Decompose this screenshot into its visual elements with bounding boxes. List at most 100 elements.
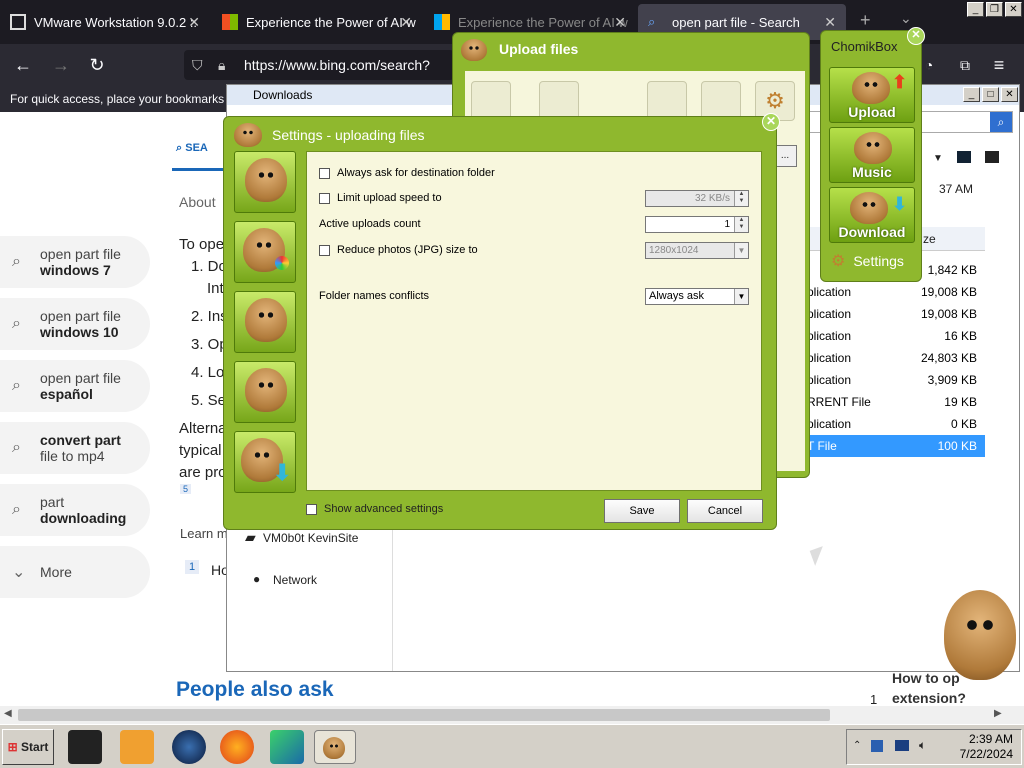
- settings-button[interactable]: ⚙ Settings: [831, 251, 904, 271]
- search-icon: ⌕: [12, 501, 21, 518]
- reduce-photos-checkbox[interactable]: [319, 244, 330, 256]
- preview-pane-icon[interactable]: [985, 151, 999, 163]
- nav-item-site[interactable]: ▰ VM0b0t KevinSite: [245, 529, 358, 545]
- suggestion-item[interactable]: ⌕ convert part file to mp4: [0, 422, 150, 474]
- close-icon[interactable]: ✕: [762, 113, 780, 131]
- suggestion-item[interactable]: ⌕ part downloading: [0, 484, 150, 536]
- hamster-general-icon: [245, 158, 287, 202]
- music-button[interactable]: Music: [829, 127, 915, 183]
- file-row[interactable]: plication 16 KB: [807, 325, 985, 347]
- show-advanced-checkbox[interactable]: [306, 503, 317, 515]
- category-downloading[interactable]: ⬇: [234, 431, 296, 493]
- category-general[interactable]: [234, 151, 296, 213]
- firefox-app-icon[interactable]: [220, 730, 254, 764]
- category-uploading[interactable]: [234, 291, 296, 353]
- suggestion-item[interactable]: ⌕ open part file windows 7: [0, 236, 150, 288]
- file-row[interactable]: plication 19,008 KB: [807, 303, 985, 325]
- limit-speed-option[interactable]: Limit upload speed to: [319, 192, 442, 204]
- minimize-button[interactable]: _: [963, 87, 980, 102]
- file-row[interactable]: plication 3,909 KB: [807, 369, 985, 391]
- spinner-icon[interactable]: ▲ ▼: [734, 191, 748, 206]
- hamster-icon[interactable]: [647, 81, 687, 121]
- url-bar[interactable]: ⛉ 🔒︎ https://www.bing.com/search?form: [184, 50, 454, 103]
- answer-step: 4. Lo: [191, 364, 225, 381]
- category-appearance[interactable]: [234, 221, 296, 283]
- file-row[interactable]: plication 0 KB: [807, 413, 985, 435]
- close-icon[interactable]: ✕: [614, 14, 626, 31]
- speed-limit-field[interactable]: 32 KB/s ▲ ▼: [645, 190, 749, 207]
- file-row-selected[interactable]: T File 100 KB: [807, 435, 985, 457]
- search-icon[interactable]: ⌕: [990, 112, 1012, 132]
- hamster-mascot-icon[interactable]: [944, 590, 1016, 680]
- back-icon[interactable]: ←: [12, 54, 34, 76]
- extensions-icon[interactable]: ⧉: [954, 54, 976, 76]
- close-window-button[interactable]: ✕: [1001, 87, 1018, 102]
- search-tab[interactable]: ⌕ SEA: [176, 142, 208, 155]
- network-globe-app-icon[interactable]: [172, 730, 206, 764]
- new-tab-icon[interactable]: +: [860, 10, 871, 31]
- always-ask-option[interactable]: Always ask for destination folder: [319, 167, 495, 179]
- chevron-down-icon[interactable]: ⌄: [900, 10, 912, 27]
- always-ask-checkbox[interactable]: [319, 167, 330, 179]
- tray-app-icon[interactable]: [871, 740, 883, 752]
- cancel-button[interactable]: Cancel: [687, 499, 763, 523]
- folder-conflicts-select[interactable]: Always ask ▼: [645, 288, 749, 305]
- terminal-app-icon[interactable]: [68, 730, 102, 764]
- view-icon[interactable]: [957, 151, 971, 163]
- show-advanced-option[interactable]: Show advanced settings: [306, 503, 443, 515]
- spinner-icon[interactable]: ▲ ▼: [734, 217, 748, 232]
- volume-icon[interactable]: 🔈︎: [919, 738, 926, 753]
- reload-icon[interactable]: ↻: [86, 54, 108, 76]
- tab-experience-ai-1[interactable]: Experience the Power of AI w ✕: [212, 4, 422, 40]
- reduce-photos-option[interactable]: Reduce photos (JPG) size to: [319, 244, 478, 256]
- add-file-icon[interactable]: [471, 81, 511, 121]
- settings-panel: Always ask for destination folder Limit …: [306, 151, 762, 491]
- nav-item-network[interactable]: ● Network: [253, 572, 317, 587]
- suggestion-item[interactable]: ⌕ open part file windows 10: [0, 298, 150, 350]
- scroll-left-icon[interactable]: ◀: [4, 708, 12, 719]
- learn-more-link[interactable]: Learn m: [180, 526, 228, 541]
- upload-button[interactable]: ⬆ Upload: [829, 67, 915, 123]
- minimize-button[interactable]: _: [967, 2, 984, 17]
- save-button[interactable]: Save: [604, 499, 680, 523]
- explorer-nav-pane: ▰ VM0b0t KevinSite ● Network: [227, 515, 393, 671]
- download-button[interactable]: ⬇ Download: [829, 187, 915, 243]
- microsoft-icon: [222, 14, 238, 30]
- hamster-logo-icon: [234, 123, 262, 147]
- close-icon[interactable]: ✕: [400, 14, 412, 31]
- add-folder-icon[interactable]: [539, 81, 579, 121]
- file-row[interactable]: plication 24,803 KB: [807, 347, 985, 369]
- citation-badge[interactable]: 5: [180, 484, 192, 494]
- hamster-icon: [323, 737, 345, 759]
- media-player-app-icon[interactable]: [120, 730, 154, 764]
- maximize-button[interactable]: □: [982, 87, 999, 102]
- search-icon: ⌕: [176, 142, 183, 154]
- suggestion-item[interactable]: ⌕ open part file español: [0, 360, 150, 412]
- restore-button[interactable]: ❐: [986, 2, 1003, 17]
- photo-size-select[interactable]: 1280x1024 ▼: [645, 242, 749, 259]
- limit-speed-checkbox[interactable]: [319, 192, 330, 204]
- close-icon[interactable]: ✕: [188, 14, 200, 31]
- start-button[interactable]: ⊞ Start: [2, 729, 54, 765]
- close-icon[interactable]: ✕: [907, 27, 925, 45]
- forward-icon[interactable]: →: [50, 54, 72, 76]
- scrollbar-thumb[interactable]: [18, 709, 830, 721]
- file-row[interactable]: plication 19,008 KB: [807, 281, 985, 303]
- file-row[interactable]: RRENT File 19 KB: [807, 391, 985, 413]
- clipboard-add-icon[interactable]: [701, 81, 741, 121]
- active-uploads-field[interactable]: 1 ▲ ▼: [645, 216, 749, 233]
- menu-icon[interactable]: ≡: [988, 54, 1010, 76]
- more-suggestions-button[interactable]: ⌄ More: [0, 546, 150, 598]
- scroll-right-icon[interactable]: ▶: [994, 708, 1002, 719]
- display-icon[interactable]: [895, 740, 909, 751]
- installer-app-icon[interactable]: [270, 730, 304, 764]
- close-window-button[interactable]: ✕: [1005, 2, 1022, 17]
- chevron-up-icon[interactable]: ⌃: [853, 740, 861, 751]
- horizontal-scrollbar[interactable]: ◀ ▶: [0, 706, 1024, 724]
- chevron-down-icon[interactable]: ▼: [933, 153, 943, 164]
- close-icon[interactable]: ✕: [824, 14, 836, 31]
- category-music[interactable]: [234, 361, 296, 423]
- chomikbox-app-icon[interactable]: [314, 730, 356, 764]
- clock[interactable]: 2:39 AM 7/22/2024: [960, 732, 1013, 762]
- tab-vmware[interactable]: VMware Workstation 9.0.2 :: ✕: [0, 4, 210, 40]
